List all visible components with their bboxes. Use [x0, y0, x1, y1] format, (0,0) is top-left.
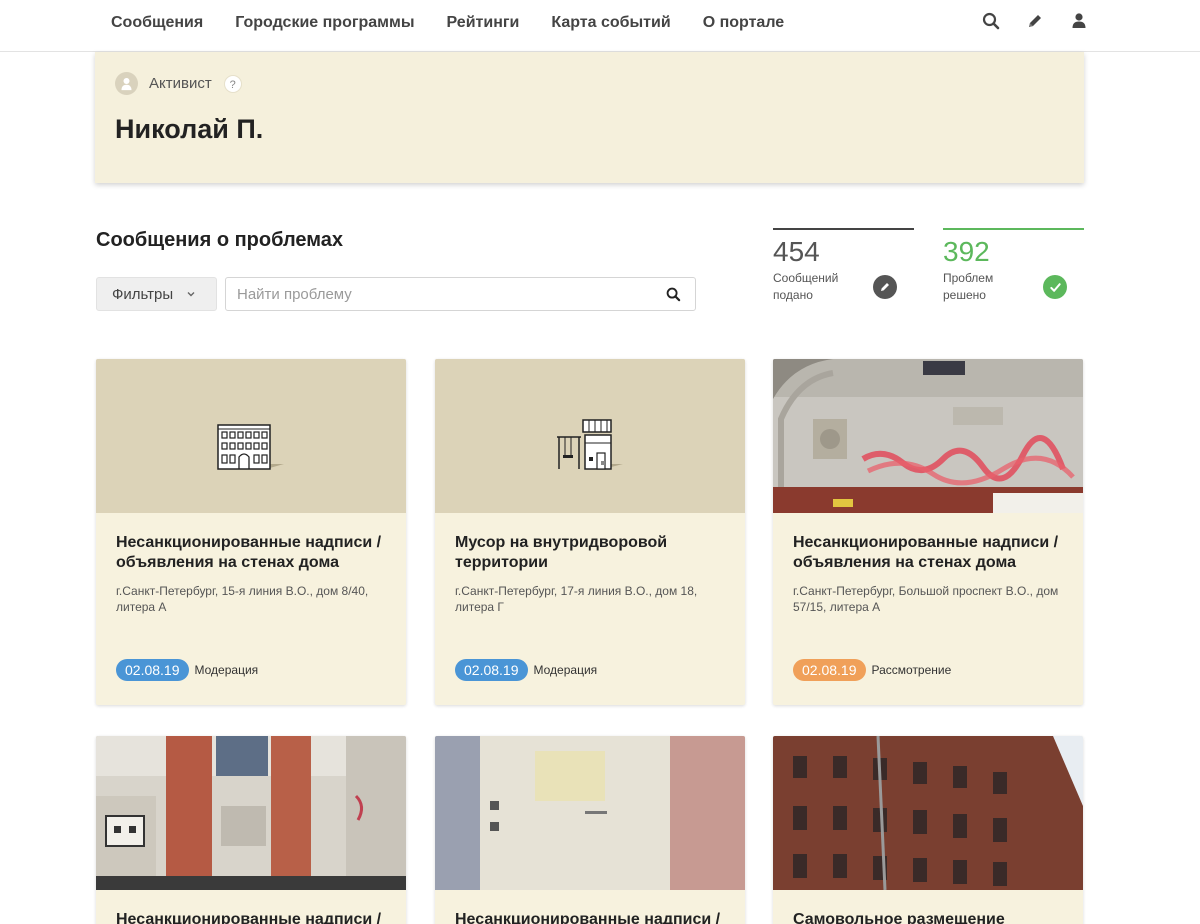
yard-illustration [557, 419, 623, 470]
card-image [773, 359, 1083, 513]
chevron-down-icon [187, 292, 195, 297]
building-illustration [217, 424, 284, 470]
filters-dropdown[interactable]: Фильтры [96, 277, 217, 311]
search-icon[interactable] [982, 12, 1000, 30]
photo-facade [773, 736, 1083, 890]
header-actions [982, 12, 1088, 30]
date-badge: 02.08.19 [116, 659, 189, 681]
pencil-icon[interactable] [1026, 12, 1044, 30]
problem-card[interactable]: Несанкционированные надписи / [96, 736, 406, 924]
card-footer: 02.08.19 Рассмотрение [793, 659, 951, 681]
problem-card[interactable]: Самовольное размещение [773, 736, 1083, 924]
stat-bar [943, 228, 1084, 230]
card-title: Несанкционированные надписи / объявления… [793, 534, 1059, 571]
card-address: г.Санкт-Петербург, 17-я линия В.О., дом … [455, 584, 698, 614]
stat-value: 454 [773, 236, 820, 267]
user-role: Активист [149, 75, 212, 92]
card-footer: 02.08.19 Модерация [116, 659, 258, 681]
help-icon[interactable]: ? [223, 74, 242, 93]
search-input[interactable] [226, 278, 646, 310]
role-row: Активист ? [115, 72, 242, 95]
stat-value: 392 [943, 236, 990, 267]
card-title: Несанкционированные надписи / [116, 911, 382, 924]
user-name: Николай П. [115, 114, 264, 144]
nav-item-ratings[interactable]: Рейтинги [431, 14, 536, 32]
problem-card[interactable]: Мусор на внутридворовой территории г.Сан… [435, 359, 745, 705]
stat-label: Проблем решено [943, 271, 994, 302]
top-navigation-bar: Сообщения Городские программы Рейтинги К… [0, 0, 1200, 52]
section-title: Сообщения о проблемах [96, 229, 344, 251]
card-image [96, 736, 406, 890]
user-silhouette-icon [121, 78, 132, 91]
status-label: Модерация [533, 663, 598, 677]
problem-card[interactable]: Несанкционированные надписи / объявления… [96, 359, 406, 705]
check-icon [1043, 275, 1067, 299]
date-badge: 02.08.19 [793, 659, 866, 681]
nav-item-events-map[interactable]: Карта событий [535, 14, 686, 32]
status-label: Рассмотрение [871, 663, 952, 677]
card-address: г.Санкт-Петербург, 15-я линия В.О., дом … [116, 584, 369, 614]
problem-card[interactable]: Несанкционированные надписи / [435, 736, 745, 924]
nav-item-about[interactable]: О портале [687, 14, 800, 32]
stat-messages-submitted: 454 Сообщений подано [773, 228, 914, 308]
photo-painted-wall [435, 736, 745, 890]
problem-card[interactable]: Несанкционированные надписи / объявления… [773, 359, 1083, 705]
stat-bar [773, 228, 914, 230]
user-icon[interactable] [1070, 12, 1088, 30]
nav-item-city-programs[interactable]: Городские программы [219, 14, 430, 32]
card-footer: 02.08.19 Модерация [455, 659, 597, 681]
main-menu: Сообщения Городские программы Рейтинги К… [95, 0, 800, 46]
search-field [225, 277, 696, 311]
profile-card: Активист ? Николай П. [95, 52, 1084, 183]
card-title: Самовольное размещение [793, 911, 1005, 924]
status-label: Модерация [194, 663, 259, 677]
filters-label: Фильтры [112, 285, 174, 303]
date-badge: 02.08.19 [455, 659, 528, 681]
card-title: Мусор на внутридворовой территории [455, 534, 668, 571]
avatar [115, 72, 138, 95]
photo-graffiti-wall [773, 359, 1083, 513]
photo-brick-wall [96, 736, 406, 890]
pencil-icon [873, 275, 897, 299]
card-image [435, 736, 745, 890]
search-icon[interactable] [666, 287, 681, 302]
card-title: Несанкционированные надписи / [455, 911, 721, 924]
stat-label: Сообщений подано [773, 271, 839, 302]
card-title: Несанкционированные надписи / объявления… [116, 534, 382, 571]
card-image [96, 359, 406, 513]
nav-item-messages[interactable]: Сообщения [95, 14, 219, 32]
card-address: г.Санкт-Петербург, Большой проспект В.О.… [793, 584, 1059, 614]
card-image [435, 359, 745, 513]
card-image [773, 736, 1083, 890]
stat-problems-solved: 392 Проблем решено [943, 228, 1084, 308]
